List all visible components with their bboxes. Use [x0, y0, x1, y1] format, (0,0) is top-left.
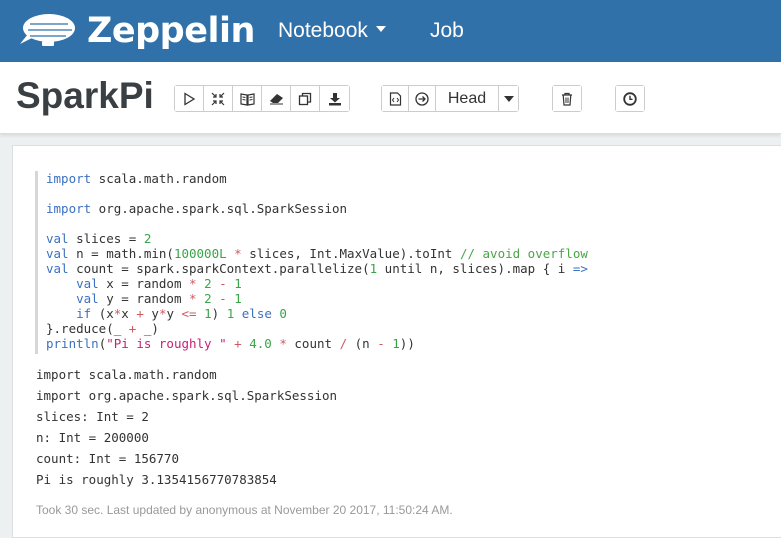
code-line: println("Pi is roughly " + 4.0 * count /…: [46, 336, 415, 351]
nav-notebook-label: Notebook: [278, 19, 368, 42]
run-all-button[interactable]: [175, 86, 204, 111]
trash-icon: [562, 92, 572, 106]
run-scheduler-button[interactable]: [616, 86, 644, 111]
copy-icon: [298, 92, 312, 105]
clear-output-button[interactable]: [262, 86, 291, 111]
play-icon: [184, 91, 196, 106]
code-line: val n = math.min(100000L * slices, Int.M…: [46, 246, 588, 261]
code-line: import scala.math.random: [46, 171, 227, 186]
file-code-icon: [389, 91, 401, 106]
commit-button[interactable]: [382, 86, 409, 111]
nav-job-link[interactable]: Job: [430, 19, 464, 43]
output-line: Pi is roughly 3.1354156770783854: [36, 472, 277, 487]
clock-icon: [623, 91, 637, 106]
code-line: import org.apache.spark.sql.SparkSession: [46, 201, 348, 216]
paragraph-status: Took 30 sec. Last updated by anonymous a…: [36, 503, 453, 517]
nav-notebook-menu[interactable]: Notebook: [278, 19, 386, 43]
output-line: import scala.math.random: [36, 367, 217, 382]
arrow-circle-right-icon: [415, 91, 429, 106]
paragraph-cell: import scala.math.random import org.apach…: [12, 145, 781, 538]
toggle-editor-button[interactable]: [204, 86, 233, 111]
set-revision-button[interactable]: [409, 86, 436, 111]
delete-toolbar: [552, 85, 582, 112]
top-navbar: Zeppelin Notebook Job: [0, 0, 781, 62]
code-line: val count = spark.sparkContext.paralleli…: [46, 261, 588, 276]
note-header: SparkPi Head: [0, 62, 781, 134]
output-line: import org.apache.spark.sql.SparkSession: [36, 388, 338, 403]
revision-selector[interactable]: Head: [436, 86, 499, 111]
toggle-output-button[interactable]: [233, 86, 262, 111]
clone-note-button[interactable]: [291, 86, 320, 111]
zeppelin-logo-icon[interactable]: [16, 10, 78, 52]
note-title[interactable]: SparkPi: [16, 74, 154, 118]
book-icon: [239, 92, 255, 106]
version-control-toolbar: Head: [381, 85, 519, 112]
chevron-down-icon: [375, 26, 386, 33]
compress-icon: [211, 92, 225, 105]
code-line: val x = random * 2 - 1: [76, 276, 242, 291]
code-line: }.reduce(_ + _): [46, 321, 159, 336]
code-line: val y = random * 2 - 1: [76, 291, 242, 306]
chevron-down-icon: [503, 95, 514, 102]
download-icon: [328, 92, 341, 105]
note-action-toolbar: [174, 85, 350, 112]
eraser-icon: [269, 94, 283, 105]
code-line: val slices = 2: [46, 231, 152, 246]
code-editor[interactable]: import scala.math.random import org.apach…: [35, 171, 775, 354]
brand-title[interactable]: Zeppelin: [87, 9, 255, 53]
export-note-button[interactable]: [320, 86, 349, 111]
output-line: slices: Int = 2: [36, 409, 149, 424]
output-line: count: Int = 156770: [36, 451, 179, 466]
revision-dropdown-button[interactable]: [499, 86, 518, 111]
delete-note-button[interactable]: [553, 86, 581, 111]
scheduler-toolbar: [615, 85, 645, 112]
output-line: n: Int = 200000: [36, 430, 149, 445]
code-line: if (x*x + y*y <= 1) 1 else 0: [76, 306, 287, 321]
